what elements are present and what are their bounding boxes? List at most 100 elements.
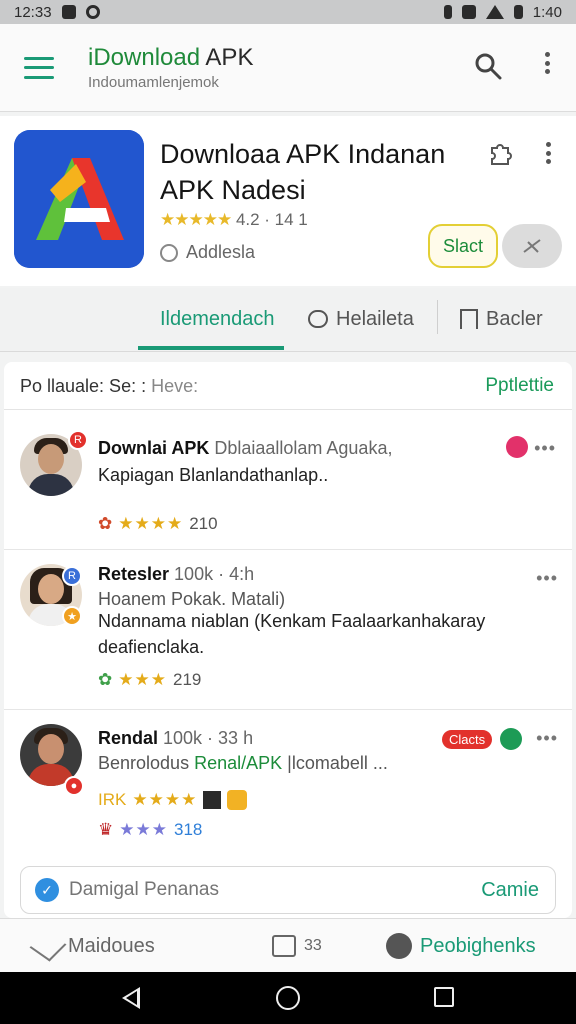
nav-label: Maidoues — [68, 934, 155, 957]
tab-helaileta[interactable]: Helaileta — [308, 288, 414, 350]
search-icon[interactable] — [474, 52, 502, 80]
bottom-nav: Maidoues 33 Peobighenks — [0, 918, 576, 972]
badge-icon: R — [68, 430, 88, 450]
review-author: Retesler 100k · 4:h — [98, 564, 254, 585]
start-button[interactable]: Slact — [428, 224, 498, 268]
app-title: iDownload APK — [88, 44, 253, 72]
reviews-panel: Po llauale: Se: : Heve: Pptlettie R Down… — [4, 362, 572, 918]
app-name-line1: Downloaa APK Indanan — [160, 139, 446, 169]
app-logo-icon — [14, 130, 144, 268]
app-sub-line: Addlesla — [160, 242, 255, 263]
review-more-icon[interactable]: ••• — [534, 438, 556, 459]
tab-label: Bacler — [486, 307, 543, 330]
review-author-name: Retesler — [98, 564, 170, 584]
review-text-post: |lcomabell ... — [282, 753, 388, 773]
review-text: Benrolodus Renal/APK |lcomabell ... — [98, 750, 518, 776]
review-rating: ✿ ★★★ 219 — [98, 670, 201, 690]
review-count: 210 — [189, 514, 218, 533]
reviews-header: Po llauale: Se: : Heve: Pptlettie — [4, 362, 572, 410]
verified-check-icon: ✓ — [35, 878, 59, 902]
review-text-link: Renal/APK — [194, 753, 283, 773]
review-author-meta: 100k · 33 h — [158, 728, 254, 748]
battery-icon — [513, 5, 523, 19]
reaction-icon: ✿ — [98, 514, 113, 533]
tab-label: Ildemendach — [160, 307, 275, 330]
tab-ildemendach[interactable]: Ildemendach — [160, 288, 275, 350]
app-name: Downloaa APK Indanan APK Nadesi — [160, 136, 480, 208]
tab-bacler[interactable]: Bacler — [460, 288, 543, 350]
review-text: Ndannama niablan (Kenkam Faalaarkanhakar… — [98, 611, 486, 657]
reply-input[interactable] — [69, 879, 449, 901]
active-tab-indicator — [138, 346, 284, 350]
badge-icon: ● — [64, 776, 84, 796]
status-clock: 1:40 — [532, 3, 562, 21]
pin-icon[interactable] — [506, 436, 528, 458]
clock-icon — [160, 243, 178, 262]
reviews-title-main: Po llauale: Se: : — [20, 376, 147, 396]
send-button[interactable]: Camie — [481, 879, 539, 902]
review-text-pre: Benrolodus — [98, 753, 195, 773]
pencil-icon — [29, 930, 67, 962]
app-title-dark: APK — [200, 44, 254, 71]
review-more-icon[interactable]: ••• — [536, 568, 558, 589]
nav-maidoues[interactable]: Maidoues — [29, 919, 155, 973]
reviews-action-link[interactable]: Pptlettie — [485, 375, 554, 397]
app-sub-label: Addlesla — [186, 242, 256, 262]
review-rating-row2: ♛ ★★★ 318 — [98, 820, 202, 840]
recents-icon[interactable] — [434, 987, 454, 1007]
chat-icon — [272, 935, 296, 957]
app-header: Downloaa APK Indanan APK Nadesi ★★★★★ 4.… — [0, 116, 576, 286]
review-stars: ★★★★ — [132, 790, 198, 809]
app-rating: ★★★★★ 4.2 · 14 1 — [160, 210, 308, 230]
reaction-icon: ♛ — [98, 820, 114, 839]
alarm-icon — [461, 5, 476, 19]
review-stars: ★★★★ — [118, 514, 184, 533]
nav-label: Peobighenks — [420, 934, 536, 957]
review-item[interactable]: ● Rendal 100k · 33 h Benrolodus Renal/AP… — [4, 710, 572, 856]
nav-count: 33 — [304, 937, 322, 954]
share-button[interactable] — [502, 224, 562, 268]
review-author-name: Rendal — [98, 728, 159, 748]
review-more-icon[interactable]: ••• — [536, 728, 558, 749]
reviews-title: Po llauale: Se: : Heve: — [20, 376, 198, 397]
nav-peobighenks[interactable]: Peobighenks — [386, 919, 536, 973]
app-bar: iDownload APK Indoumamlenjemok — [0, 24, 576, 112]
app-rating-stars: ★★★★★ — [160, 210, 232, 229]
app-rating-text: 4.2 · 14 1 — [235, 210, 308, 229]
sync-icon — [85, 5, 100, 19]
app-name-line2: APK Nadesi — [160, 175, 306, 205]
comment-icon — [308, 310, 328, 328]
sticker-icon — [203, 791, 222, 809]
home-icon[interactable] — [276, 986, 300, 1010]
status-time: 12:33 — [14, 3, 52, 21]
review-count: 219 — [172, 670, 202, 689]
sticker-icon — [227, 790, 248, 810]
review-stars-row2: ★★★ — [119, 820, 168, 839]
reaction-icon: ✿ — [98, 670, 113, 689]
review-item[interactable]: R ★ Retesler 100k · 4:h Hoanem Pokak. Ma… — [4, 550, 572, 710]
system-nav-bar — [0, 972, 576, 1024]
badge-icon: R — [62, 566, 82, 586]
badge-icon: ★ — [62, 606, 82, 626]
status-badge: Clacts — [442, 730, 493, 749]
review-stars-prefix: IRK — [98, 790, 127, 809]
back-icon[interactable] — [122, 987, 140, 1009]
chat-bubble-icon — [386, 933, 412, 959]
review-rating: ✿ ★★★★ 210 — [98, 514, 218, 534]
review-stars: ★★★ — [118, 670, 167, 689]
review-author-meta: 100k · 4:h — [169, 564, 255, 584]
overflow-menu-icon[interactable] — [540, 52, 554, 80]
puzzle-icon[interactable] — [486, 138, 516, 168]
review-rating: IRK ★★★★ — [98, 790, 248, 810]
app-title-green: iDownload — [88, 44, 201, 71]
download-icon[interactable] — [500, 728, 522, 750]
nav-messages[interactable]: 33 — [272, 919, 322, 973]
app-bar-titles: iDownload APK Indoumamlenjemok — [88, 44, 253, 91]
header-more-icon[interactable] — [546, 142, 551, 164]
review-author-name: Downlai APK — [98, 438, 210, 458]
review-item[interactable]: R Downlai APK Dblaiaallolam Aguaka, Kapi… — [4, 420, 572, 550]
tab-label: Helaileta — [336, 307, 414, 330]
tab-divider — [437, 300, 438, 334]
menu-icon[interactable] — [24, 56, 54, 79]
bookmark-icon — [460, 309, 478, 329]
